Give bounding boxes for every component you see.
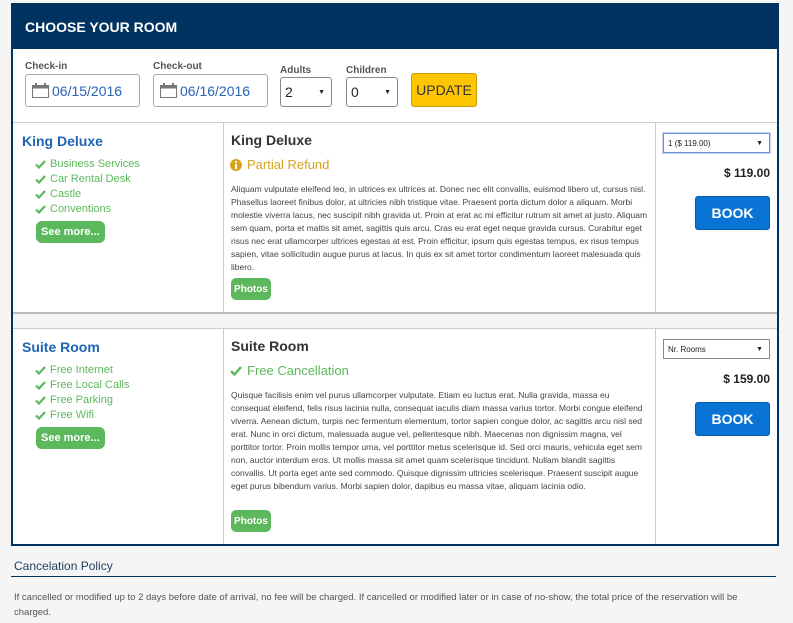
rooms-select[interactable]: 1 ($ 119.00) ▼ <box>663 133 770 153</box>
rooms-select-value: Nr. Rooms <box>668 345 706 354</box>
policy-badge: Free Cancellation <box>230 363 349 378</box>
rooms-select-value: 1 ($ 119.00) <box>668 139 711 148</box>
room-details: King Deluxe Partial Refund Aliquam vulpu… <box>224 123 656 312</box>
checkin-value: 06/15/2016 <box>52 82 123 99</box>
check-icon <box>35 160 46 169</box>
amenities-list: Business Services Car Rental Desk Castle… <box>35 157 140 217</box>
check-icon <box>35 411 46 420</box>
check-icon <box>35 175 46 184</box>
amenity-item: Castle <box>35 187 140 202</box>
checkout-field[interactable]: 06/16/2016 <box>153 74 268 107</box>
dropdown-arrow-icon: ▼ <box>756 346 763 353</box>
room-booking: 1 ($ 119.00) ▼ $ 119.00 BOOK <box>656 123 777 312</box>
amenities-list: Free Internet Free Local Calls Free Park… <box>35 363 129 423</box>
room-details: Suite Room Free Cancellation Quisque fac… <box>224 329 656 544</box>
room-name-link[interactable]: Suite Room <box>22 339 100 355</box>
amenity-item: Car Rental Desk <box>35 172 140 187</box>
cancellation-policy-title: Cancelation Policy <box>14 559 113 573</box>
adults-label: Adults <box>280 65 312 76</box>
photos-button[interactable]: Photos <box>231 278 271 300</box>
info-circle-icon <box>230 158 242 171</box>
dropdown-arrow-icon: ▼ <box>318 89 325 96</box>
update-button[interactable]: UPDATE <box>411 73 477 107</box>
book-button[interactable]: BOOK <box>695 196 770 230</box>
calendar-icon <box>160 83 177 98</box>
amenity-item: Conventions <box>35 202 140 217</box>
cancellation-policy-text: If cancelled or modified up to 2 days be… <box>14 592 738 618</box>
dropdown-arrow-icon: ▼ <box>384 89 391 96</box>
adults-select[interactable]: 2 ▼ <box>280 77 332 107</box>
room-card-suite-room: Suite Room Free Internet Free Local Call… <box>13 328 777 544</box>
room-card-king-deluxe: King Deluxe Business Services Car Rental… <box>13 122 777 312</box>
policy-badge: Partial Refund <box>230 157 329 172</box>
room-name-link[interactable]: King Deluxe <box>22 133 103 149</box>
choose-room-panel: CHOOSE YOUR ROOM Check-in 06/15/2016 Che… <box>11 3 779 546</box>
room-booking: Nr. Rooms ▼ $ 159.00 BOOK <box>656 329 777 544</box>
check-icon <box>35 366 46 375</box>
see-more-button[interactable]: See more... <box>36 221 105 243</box>
calendar-icon <box>32 83 49 98</box>
room-description: Aliquam vulputate eleifend leo, in ultri… <box>231 184 648 272</box>
check-icon <box>230 365 242 376</box>
room-description: Quisque facilisis enim vel purus ullamco… <box>231 390 643 491</box>
policy-label: Free Cancellation <box>247 363 349 378</box>
children-select[interactable]: 0 ▼ <box>346 77 398 107</box>
divider <box>11 576 776 577</box>
room-title: Suite Room <box>231 338 309 354</box>
check-icon <box>35 396 46 405</box>
page-title: CHOOSE YOUR ROOM <box>25 19 178 35</box>
amenity-item: Business Services <box>35 157 140 172</box>
amenity-item: Free Internet <box>35 363 129 378</box>
room-separator <box>13 312 777 328</box>
photos-button[interactable]: Photos <box>231 510 271 532</box>
dropdown-arrow-icon: ▼ <box>756 140 763 147</box>
checkout-label: Check-out <box>153 61 202 72</box>
children-value: 0 <box>351 84 359 100</box>
amenity-item: Free Parking <box>35 393 129 408</box>
room-price: $ 119.00 <box>723 166 770 180</box>
policy-label: Partial Refund <box>247 157 330 172</box>
panel-header: CHOOSE YOUR ROOM <box>11 3 779 49</box>
see-more-button[interactable]: See more... <box>36 427 105 449</box>
rooms-select[interactable]: Nr. Rooms ▼ <box>663 339 770 359</box>
amenity-item: Free Local Calls <box>35 378 129 393</box>
children-label: Children <box>346 65 387 76</box>
checkin-field[interactable]: 06/15/2016 <box>25 74 140 107</box>
search-form: Check-in 06/15/2016 Check-out 06/16/2016… <box>13 49 777 122</box>
check-icon <box>35 190 46 199</box>
room-summary: Suite Room Free Internet Free Local Call… <box>13 329 224 544</box>
room-title: King Deluxe <box>231 132 312 148</box>
checkin-label: Check-in <box>25 61 68 72</box>
adults-value: 2 <box>285 84 293 100</box>
check-icon <box>35 381 46 390</box>
book-button[interactable]: BOOK <box>695 402 770 436</box>
room-summary: King Deluxe Business Services Car Rental… <box>13 123 224 312</box>
checkout-value: 06/16/2016 <box>180 82 251 99</box>
check-icon <box>35 205 46 214</box>
amenity-item: Free Wifi <box>35 408 129 423</box>
room-price: $ 159.00 <box>723 372 770 386</box>
